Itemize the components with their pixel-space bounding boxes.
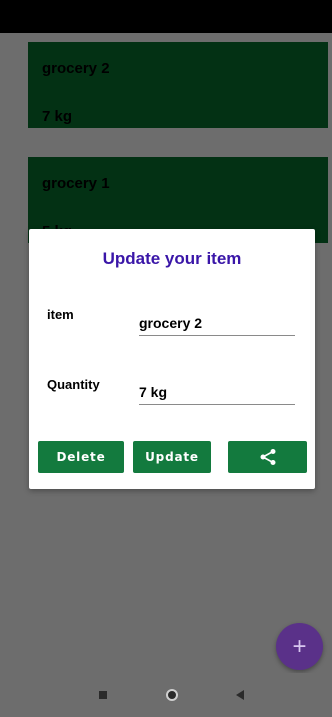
list-item-name: grocery 1 [42, 175, 110, 192]
quantity-label: Quantity [47, 377, 100, 392]
square-icon [99, 691, 107, 699]
share-button[interactable] [228, 441, 307, 473]
update-item-dialog: Update your item item Quantity Delete Up… [29, 229, 315, 489]
add-item-button[interactable]: + [276, 623, 323, 670]
dialog-title: Update your item [102, 249, 242, 268]
update-button[interactable]: Update [133, 441, 211, 473]
recents-button[interactable] [90, 673, 116, 717]
share-icon [260, 449, 275, 465]
home-button[interactable] [158, 673, 186, 717]
triangle-back-icon [236, 690, 244, 700]
system-nav-bar [0, 673, 332, 717]
circle-icon [166, 689, 178, 701]
quantity-field[interactable] [139, 380, 295, 405]
item-label: item [47, 307, 74, 322]
list-item[interactable]: grocery 2 7 kg [28, 42, 328, 128]
list-item-quantity: 7 kg [42, 108, 73, 125]
item-name-field[interactable] [139, 311, 295, 336]
list-item-name: grocery 2 [42, 60, 110, 77]
status-bar [0, 0, 332, 33]
back-button[interactable] [228, 673, 252, 717]
delete-button[interactable]: Delete [38, 441, 124, 473]
